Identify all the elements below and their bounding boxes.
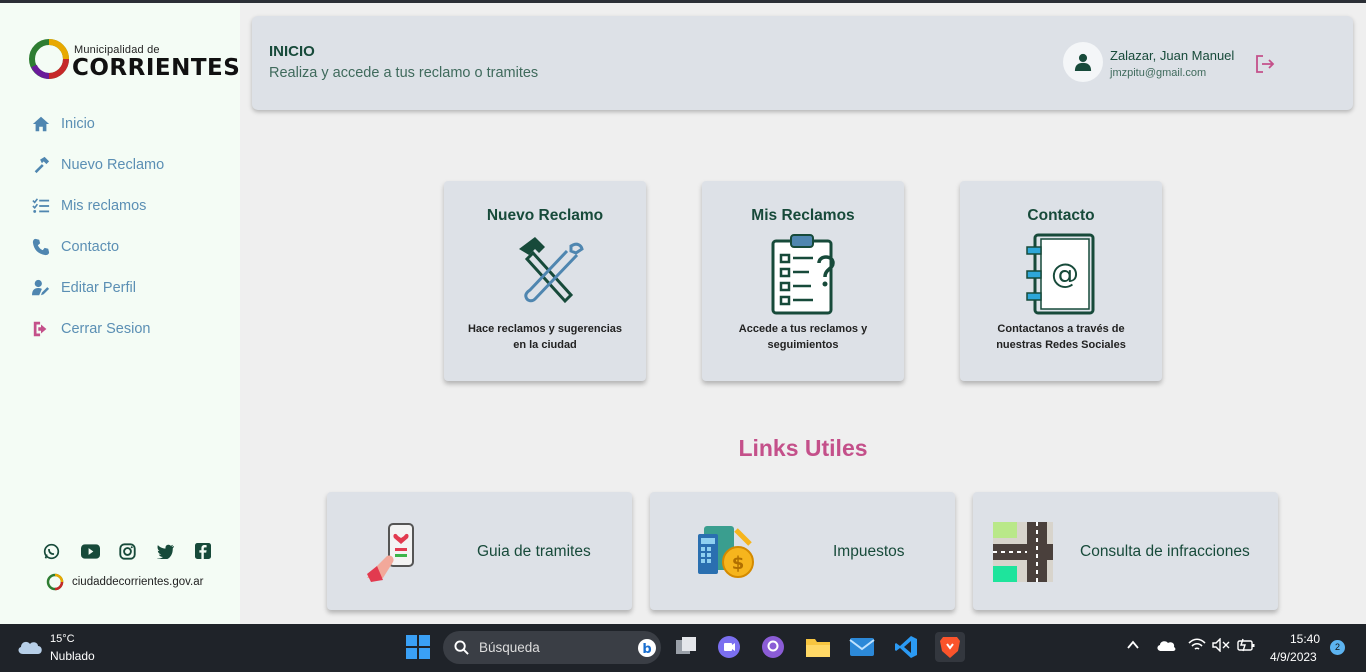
tools-icon <box>519 237 584 304</box>
sign-out-icon <box>33 321 47 336</box>
map-road-icon <box>993 522 1053 582</box>
github-icon <box>762 636 784 658</box>
user-edit-icon <box>32 279 50 295</box>
address-book-icon: @ <box>1026 233 1095 315</box>
card-title: Contacto <box>1027 207 1095 224</box>
teams-button[interactable] <box>714 632 744 662</box>
weather-temp: 15°C <box>50 633 75 645</box>
folder-icon <box>806 639 830 657</box>
file-explorer-button[interactable] <box>803 632 833 662</box>
windows-icon <box>406 635 430 659</box>
sidebar-item-nuevo-reclamo[interactable]: Nuevo Reclamo <box>32 144 164 185</box>
phone-hand-icon <box>367 523 414 582</box>
search-icon <box>454 640 469 655</box>
sidebar-menu: Inicio Nuevo Reclamo Mis reclamos Contac… <box>32 103 164 349</box>
sidebar-item-mis-reclamos[interactable]: Mis reclamos <box>32 185 164 226</box>
svg-text:@: @ <box>1051 257 1079 290</box>
instagram-icon[interactable] <box>119 541 157 561</box>
user-email: jmzpitu@gmail.com <box>1110 67 1207 79</box>
link-consulta-infracciones[interactable]: Consulta de infracciones <box>973 492 1278 610</box>
user-icon <box>1074 53 1092 71</box>
page-header: INICIO Realiza y accede a tus reclamo o … <box>252 16 1353 110</box>
logo[interactable]: Municipalidad de CORRIENTES <box>28 38 240 84</box>
search-placeholder: Búsqueda <box>479 640 540 655</box>
weather-desc: Nublado <box>50 649 95 663</box>
task-view-icon <box>676 637 696 654</box>
link-impuestos[interactable]: $ Impuestos <box>650 492 955 610</box>
twitter-icon[interactable] <box>157 541 195 561</box>
link-label: Consulta de infracciones <box>1080 543 1250 560</box>
vscode-button[interactable] <box>891 632 921 662</box>
clock-time: 15:40 <box>1290 632 1321 646</box>
list-check-icon <box>32 197 50 213</box>
battery-icon[interactable] <box>1237 638 1255 652</box>
volume-muted-icon[interactable] <box>1212 638 1230 652</box>
taxes-icon: $ <box>698 526 754 578</box>
website-link[interactable]: ciudaddecorrientes.gov.ar <box>46 573 203 591</box>
clock-date: 4/9/2023 <box>1270 650 1317 664</box>
chevron-up-icon[interactable] <box>1126 638 1140 652</box>
whatsapp-icon[interactable] <box>43 541 81 561</box>
social-links <box>43 541 233 561</box>
sidebar-item-label: Contacto <box>61 238 120 255</box>
sidebar-item-contacto[interactable]: Contacto <box>32 226 164 267</box>
facebook-icon[interactable] <box>195 541 233 561</box>
taskbar: 15°C Nublado Búsqueda b 15:40 4/9/2023 2 <box>0 624 1366 672</box>
sidebar-item-label: Inicio <box>61 115 95 132</box>
card-description: Accede a tus reclamos y seguimientos <box>738 323 868 351</box>
start-button[interactable] <box>403 632 433 662</box>
logo-ring-icon <box>29 39 69 79</box>
link-label: Guia de tramites <box>477 543 591 560</box>
wifi-icon[interactable] <box>1188 638 1206 652</box>
sidebar-item-cerrar-sesion[interactable]: Cerrar Sesion <box>32 308 164 349</box>
svg-text:b: b <box>642 642 651 657</box>
card-nuevo-reclamo[interactable]: Nuevo Reclamo Hace reclamos y sugerencia… <box>444 181 646 381</box>
notification-badge[interactable]: 2 <box>1330 640 1345 655</box>
svg-text:$: $ <box>732 553 745 574</box>
avatar[interactable] <box>1063 42 1103 82</box>
brave-icon <box>940 637 960 658</box>
page-subtitle: Realiza y accede a tus reclamo o tramite… <box>269 65 539 81</box>
vscode-icon <box>895 636 917 658</box>
cloud-icon[interactable] <box>16 636 44 656</box>
github-button[interactable] <box>758 632 788 662</box>
youtube-icon[interactable] <box>81 541 119 561</box>
sidebar-item-label: Cerrar Sesion <box>61 320 151 337</box>
bing-icon[interactable]: b <box>637 638 657 658</box>
link-label: Impuestos <box>833 543 905 560</box>
onedrive-icon[interactable] <box>1156 638 1176 652</box>
page-title: INICIO <box>269 43 315 60</box>
sidebar-item-label: Mis reclamos <box>61 197 147 214</box>
card-mis-reclamos[interactable]: Mis Reclamos Accede a tus reclamos y seg… <box>702 181 904 381</box>
chat-icon <box>718 636 740 658</box>
phone-icon <box>32 238 50 255</box>
website-text: ciudaddecorrientes.gov.ar <box>72 576 204 588</box>
user-name: Zalazar, Juan Manuel <box>1110 48 1235 63</box>
links-section-title: Links Utiles <box>738 435 868 461</box>
card-description: Hace reclamos y sugerencias en la ciudad <box>467 323 623 351</box>
card-title: Nuevo Reclamo <box>486 207 604 224</box>
logout-icon[interactable] <box>1254 53 1276 75</box>
sidebar-item-inicio[interactable]: Inicio <box>32 103 164 144</box>
brave-button[interactable] <box>935 632 965 662</box>
mail-icon <box>849 638 875 656</box>
sidebar-item-label: Editar Perfil <box>61 279 136 296</box>
sidebar: Municipalidad de CORRIENTES Inicio Nuevo… <box>0 3 240 624</box>
home-icon <box>32 116 50 131</box>
clipboard-icon <box>771 234 835 315</box>
link-guia-tramites[interactable]: Guia de tramites <box>327 492 632 610</box>
task-view-button[interactable] <box>671 632 701 662</box>
logo-ring-small-icon <box>46 573 64 591</box>
logo-big-text: CORRIENTES <box>72 55 241 81</box>
mail-button[interactable] <box>847 632 877 662</box>
search-input[interactable]: Búsqueda b <box>443 631 661 664</box>
card-title: Mis Reclamos <box>751 207 855 224</box>
sidebar-item-label: Nuevo Reclamo <box>61 156 165 173</box>
hammer-icon <box>34 156 50 173</box>
card-description: Contactanos a través de nuestras Redes S… <box>996 323 1126 351</box>
sidebar-item-editar-perfil[interactable]: Editar Perfil <box>32 267 164 308</box>
card-contacto[interactable]: Contacto @ Contactanos a través de nuest… <box>960 181 1162 381</box>
